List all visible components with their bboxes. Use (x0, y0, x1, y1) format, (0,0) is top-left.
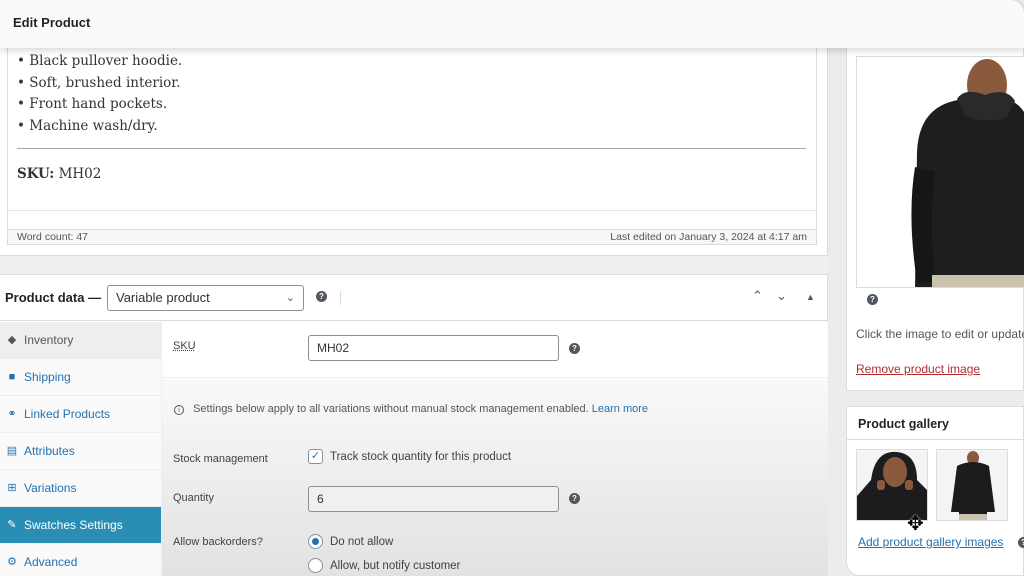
editor-content[interactable]: • Black pullover hoodie. • Soft, brushed… (7, 48, 817, 229)
tab-label: Advanced (24, 555, 78, 569)
tab-swatches-settings[interactable]: ✎ Swatches Settings (0, 507, 161, 544)
notice-text: Settings below apply to all variations w… (193, 403, 589, 415)
description-bullets: • Black pullover hoodie. • Soft, brushed… (17, 51, 182, 137)
last-edited: Last edited on January 3, 2024 at 4:17 a… (610, 231, 807, 243)
learn-more-link[interactable]: Learn more (592, 403, 648, 415)
stock-settings: i Settings below apply to all variations… (162, 379, 828, 576)
tab-label: Attributes (24, 444, 75, 458)
tab-shipping[interactable]: ■ Shipping (0, 359, 161, 396)
product-data-label: Product data — (5, 290, 102, 305)
tab-variations[interactable]: ⊞ Variations (0, 470, 161, 507)
backorder-radio-do-not-allow[interactable] (308, 534, 323, 549)
right-sidebar: ? Click the image to edit or update Remo… (828, 48, 1024, 576)
tab-advanced[interactable]: ⚙ Advanced (0, 544, 161, 576)
tab-linked-products[interactable]: ⚭ Linked Products (0, 396, 161, 433)
product-type-select[interactable]: Variable product ⌄ (107, 285, 304, 311)
word-count: Word count: 47 (17, 231, 89, 243)
link-icon: ⚭ (7, 408, 17, 420)
description-sku-value: MH02 (58, 166, 102, 182)
sku-label: SKU (173, 340, 196, 352)
sku-input[interactable]: MH02 (308, 335, 559, 361)
bullet-item: • Machine wash/dry. (17, 117, 158, 134)
collapse-toggle-icon[interactable]: ▲ (806, 292, 815, 302)
bullet-item: • Front hand pockets. (17, 96, 168, 112)
question-circle-icon[interactable]: ? (867, 294, 878, 305)
bullet-item: • Black pullover hoodie. (17, 53, 183, 69)
stock-notice: i Settings below apply to all variations… (174, 403, 648, 415)
backorder-option-label[interactable]: Allow, but notify customer (330, 560, 460, 572)
inventory-panel: SKU MH02 ? i Settings below apply to all… (162, 322, 828, 576)
tag-icon: ◆ (7, 334, 17, 346)
question-circle-icon[interactable]: ? (316, 291, 327, 302)
backorder-option-label[interactable]: Do not allow (330, 536, 393, 548)
description-sku-label: SKU: (17, 166, 55, 182)
quantity-label: Quantity (173, 492, 214, 504)
question-circle-icon[interactable]: ? (569, 343, 580, 354)
editor-separator (8, 210, 816, 211)
hoodie-back-thumbnail (937, 450, 1007, 520)
section-gap (0, 256, 828, 274)
stock-management-label: Stock management (173, 453, 268, 465)
remove-product-image-link[interactable]: Remove product image (856, 362, 980, 376)
wrench-icon: ✎ (7, 519, 17, 531)
product-data-panel: Product data — Variable product ⌄ ? ⌃ ⌄ … (0, 274, 828, 576)
truck-icon: ■ (8, 371, 16, 383)
gallery-thumbnail[interactable] (936, 449, 1008, 521)
sku-row: SKU MH02 ? (162, 322, 828, 378)
product-gallery-box: Product gallery Add product gallery imag… (846, 406, 1024, 576)
top-bar: Edit Product (0, 0, 1024, 48)
page-title: Edit Product (13, 15, 91, 30)
tab-label: Variations (24, 481, 77, 495)
bullet-item: • Soft, brushed interior. (17, 74, 181, 91)
divider (340, 291, 341, 305)
product-image[interactable] (856, 56, 1024, 288)
add-gallery-images-link[interactable]: Add product gallery images (858, 535, 1003, 549)
track-stock-label[interactable]: Track stock quantity for this product (330, 451, 511, 463)
product-gallery-header: Product gallery (847, 407, 1023, 440)
move-up-icon[interactable]: ⌃ (752, 288, 763, 304)
description-editor: • Black pullover hoodie. • Soft, brushed… (0, 48, 828, 256)
horizontal-rule (17, 148, 806, 149)
track-stock-checkbox[interactable]: ✓ (308, 449, 323, 464)
image-hint: Click the image to edit or update (856, 327, 1024, 341)
list-icon: ▤ (6, 445, 18, 457)
product-type-value: Variable product (116, 290, 210, 305)
tab-attributes[interactable]: ▤ Attributes (0, 433, 161, 470)
question-circle-icon[interactable]: ? (1018, 537, 1024, 548)
tab-label: Swatches Settings (24, 518, 123, 532)
description-sku: SKU: MH02 (17, 166, 101, 182)
tab-inventory[interactable]: ◆ Inventory (0, 322, 161, 359)
tab-label: Inventory (24, 333, 74, 347)
tab-label: Shipping (24, 370, 71, 384)
product-data-header: Product data — Variable product ⌄ ? ⌃ ⌄ … (0, 275, 827, 321)
quantity-input[interactable]: 6 (308, 486, 559, 512)
editor-status-bar: Word count: 47 Last edited on January 3,… (7, 229, 817, 245)
backorder-radio-notify[interactable] (308, 558, 323, 573)
gear-icon: ⚙ (7, 556, 17, 568)
product-gallery-title: Product gallery (858, 417, 949, 431)
chevron-down-icon: ⌄ (285, 292, 295, 304)
grid-icon: ⊞ (7, 482, 17, 494)
move-down-icon[interactable]: ⌄ (776, 288, 787, 304)
move-cursor-icon: ✥ (907, 513, 924, 535)
backorders-label: Allow backorders? (173, 536, 263, 548)
info-icon: i (174, 405, 184, 415)
product-image-box: ? Click the image to edit or update Remo… (846, 48, 1024, 391)
tab-label: Linked Products (24, 407, 111, 421)
product-data-tabs: ◆ Inventory ■ Shipping ⚭ Linked Products… (0, 322, 162, 576)
hoodie-model-image (857, 57, 1024, 287)
question-circle-icon[interactable]: ? (569, 493, 580, 504)
